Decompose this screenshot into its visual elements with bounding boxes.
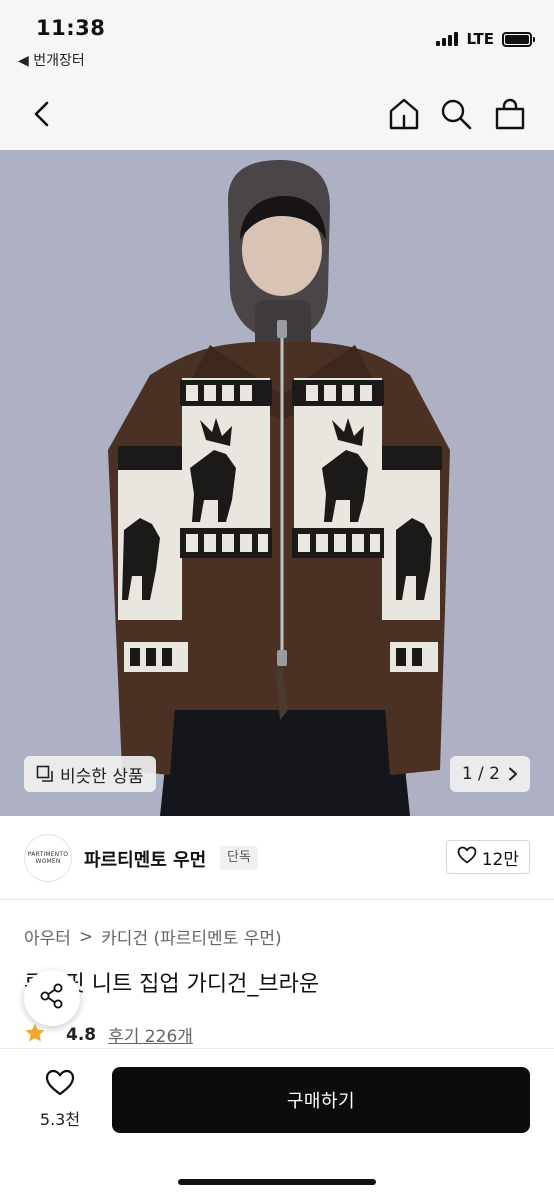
similar-items-label: 비슷한 상품 <box>60 766 144 787</box>
brand-like-count: 12만 <box>481 849 519 870</box>
brand-name[interactable]: 파르티멘토 우먼 <box>84 846 206 872</box>
exclusive-badge: 단독 <box>220 846 258 870</box>
bottom-action-bar: 5.3천 구매하기 <box>0 1048 554 1200</box>
wishlist-button[interactable]: 5.3천 <box>24 1069 96 1133</box>
network-label: LTE <box>466 30 494 48</box>
breadcrumb-separator: > <box>78 926 94 947</box>
status-time: 11:38 <box>36 16 106 40</box>
product-photo <box>0 150 554 816</box>
brand-logo[interactable]: PARTIMENTO WOMEN <box>24 834 72 882</box>
rating-value: 4.8 <box>66 1024 97 1045</box>
similar-items-button[interactable]: 비슷한 상품 <box>24 756 156 792</box>
top-nav-bar <box>0 80 554 150</box>
breadcrumb: 아우터 > 카디건 (파르티멘토 우먼) <box>24 924 282 950</box>
star-icon <box>24 1022 46 1048</box>
similar-items-icon <box>36 765 54 783</box>
heart-outline-icon <box>45 1069 75 1100</box>
gallery-counter-text: 1 / 2 <box>461 764 500 784</box>
share-icon <box>38 982 66 1014</box>
buy-button[interactable]: 구매하기 <box>112 1067 530 1133</box>
brand-like-button[interactable]: 12만 <box>445 840 530 874</box>
heart-outline-icon <box>457 846 477 869</box>
brand-logo-line1: PARTIMENTO <box>27 851 69 858</box>
status-bar: 11:38 ◀ 번개장터 LTE <box>0 0 554 80</box>
battery-icon <box>502 31 535 47</box>
back-to-app-link[interactable]: ◀ 번개장터 <box>18 50 85 70</box>
brand-logo-line2: WOMEN <box>35 858 61 865</box>
shopping-bag-icon[interactable] <box>490 94 530 134</box>
breadcrumb-item[interactable]: 카디건 (파르티멘토 우먼) <box>101 924 281 949</box>
back-chevron-icon[interactable] <box>22 94 62 134</box>
wishlist-count: 5.3천 <box>39 1110 81 1129</box>
breadcrumb-item[interactable]: 아우터 <box>24 924 71 949</box>
brand-row: PARTIMENTO WOMEN 파르티멘토 우먼 단독 12만 <box>0 816 554 900</box>
share-button[interactable] <box>24 970 80 1026</box>
signal-bars-icon <box>436 32 459 46</box>
search-icon[interactable] <box>436 94 476 134</box>
home-icon[interactable] <box>384 94 424 134</box>
reviews-link[interactable]: 후기 226개 <box>108 1022 193 1047</box>
rating-row: 4.8 후기 226개 <box>24 1022 193 1048</box>
home-indicator <box>178 1179 376 1185</box>
status-indicators: LTE <box>436 30 535 48</box>
gallery-counter[interactable]: 1 / 2 <box>449 756 530 792</box>
product-image-gallery[interactable]: 비슷한 상품 1 / 2 <box>0 150 554 816</box>
chevron-right-icon <box>508 767 518 781</box>
